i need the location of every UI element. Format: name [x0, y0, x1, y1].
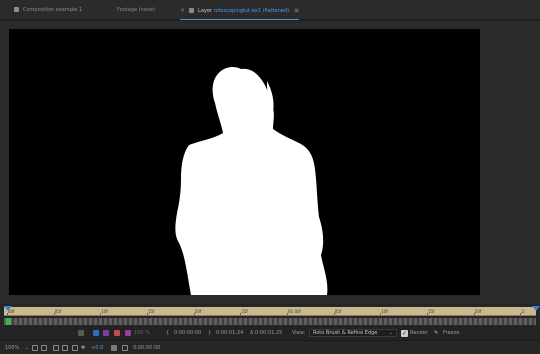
snapshot-icon[interactable]: [78, 330, 84, 336]
ruler-tick-label: 20f: [194, 309, 202, 314]
ruler-tick-label: 2:: [521, 309, 526, 314]
playhead-end-marker[interactable]: [532, 306, 540, 311]
ruler-tick-mark: [193, 313, 195, 315]
render-label: Render: [410, 330, 428, 336]
view-label: View:: [292, 330, 306, 336]
ruler-tick-mark: [287, 313, 288, 315]
show-channel-icon[interactable]: [72, 345, 78, 351]
ruler-tick-mark: [147, 313, 148, 315]
render-checkbox[interactable]: ✓: [401, 330, 408, 337]
tab-layer[interactable]: × Layer rotoscopingtut-ex1 (flattened) ≡: [180, 4, 300, 20]
frame-strip[interactable]: [4, 318, 536, 325]
exposure-value[interactable]: +0.0: [91, 343, 103, 353]
camera-icon[interactable]: [111, 345, 117, 351]
ruler-tick-label: 05f: [54, 309, 62, 314]
view-dropdown-value: Roto Brush & Refine Edge: [313, 330, 378, 336]
ruler-tick-mark: [333, 313, 335, 315]
lock-icon: [189, 8, 195, 13]
title-action-safe-icon[interactable]: [41, 345, 47, 351]
roto-brush-icon[interactable]: [93, 330, 99, 336]
ruler-tick-mark: [7, 313, 8, 315]
ruler-tick-mark: [473, 313, 475, 315]
ruler-tick-mark: [100, 313, 102, 315]
layer-viewer: [0, 21, 540, 304]
viewer-bottom-bar: 100% ⌄ ✱ +0.0 0:00:00:00: [0, 340, 540, 354]
layer-canvas[interactable]: [9, 29, 480, 295]
tab-composition-label: Composition example 1: [23, 7, 83, 13]
set-out-point-icon[interactable]: }: [208, 328, 211, 338]
close-icon[interactable]: ×: [180, 4, 185, 17]
work-area-start-marker[interactable]: [6, 318, 11, 325]
duration: Δ 0:00:01:25: [250, 330, 283, 336]
tab-layer-name: rotoscopingtut-ex1 (flattened): [213, 8, 290, 14]
tab-composition[interactable]: Composition example 1: [14, 4, 82, 17]
ruler-tick-mark: [520, 313, 522, 315]
current-timecode[interactable]: 0:00:00:00: [133, 343, 160, 353]
magnification-dropdown[interactable]: 100%: [5, 343, 19, 353]
alpha-channel-icon[interactable]: [114, 330, 120, 336]
ruler-tick-mark: [53, 313, 55, 315]
ruler-tick-label: 00f: [8, 309, 15, 314]
ruler-tick-label: 15f: [428, 309, 435, 314]
layer-timeline: 00f 05f 10f 15f 20f 25f 01:00f 05f 10f 15f 20f 2:: [0, 305, 540, 326]
ruler-tick-mark: [380, 313, 382, 315]
ruler-tick-label: 01:00f: [288, 309, 301, 314]
ruler-tick-label: 25f: [241, 309, 248, 314]
fit-icon[interactable]: [62, 345, 68, 351]
panel-menu-icon[interactable]: ≡: [294, 4, 299, 17]
overlay-color-icon[interactable]: [125, 330, 131, 336]
tab-footage-label: Footage (none): [117, 7, 156, 13]
reset-exposure-icon[interactable]: ✱: [81, 343, 85, 353]
ruler-tick-mark: [427, 313, 428, 315]
view-dropdown[interactable]: Roto Brush & Refine Edge ⌄: [309, 329, 397, 337]
chevron-down-icon: ⌄: [388, 330, 393, 336]
composition-icon: [14, 7, 19, 12]
ruler-tick-label: 10f: [381, 309, 388, 314]
freeze-button[interactable]: Freeze: [443, 328, 459, 338]
time-ruler[interactable]: 00f 05f 10f 15f 20f 25f 01:00f 05f 10f 15f 20f 2:: [4, 306, 540, 316]
ruler-tick-label: 20f: [474, 309, 482, 314]
layer-controls-bar: 100 % { 0:00:00:00 } 0:00:01:24 Δ 0:00:0…: [0, 327, 540, 339]
ruler-tick-label: 05f: [334, 309, 342, 314]
toggle-mask-icon[interactable]: [32, 345, 38, 351]
show-snapshot-icon[interactable]: [122, 345, 128, 351]
viewer-tab-bar: Composition example 1 Footage (none) × La…: [0, 0, 540, 20]
set-in-point-icon[interactable]: {: [166, 328, 169, 338]
ruler-tick-mark: [240, 313, 242, 315]
refine-edge-icon[interactable]: [103, 330, 109, 336]
magnification-chevron-icon[interactable]: ⌄: [25, 343, 29, 353]
grid-icon[interactable]: [53, 345, 59, 351]
time-end[interactable]: 0:00:01:24: [216, 328, 243, 338]
freeze-icon[interactable]: ✎: [434, 328, 438, 338]
time-start[interactable]: 0:00:00:00: [174, 328, 201, 338]
roto-matte-silhouette: [175, 67, 328, 295]
ruler-tick-label: 10f: [101, 309, 108, 314]
ruler-tick-label: 15f: [148, 309, 155, 314]
tab-layer-prefix: Layer: [198, 8, 212, 14]
overlay-opacity[interactable]: 100 %: [134, 328, 150, 338]
tab-footage[interactable]: Footage (none): [117, 4, 155, 17]
